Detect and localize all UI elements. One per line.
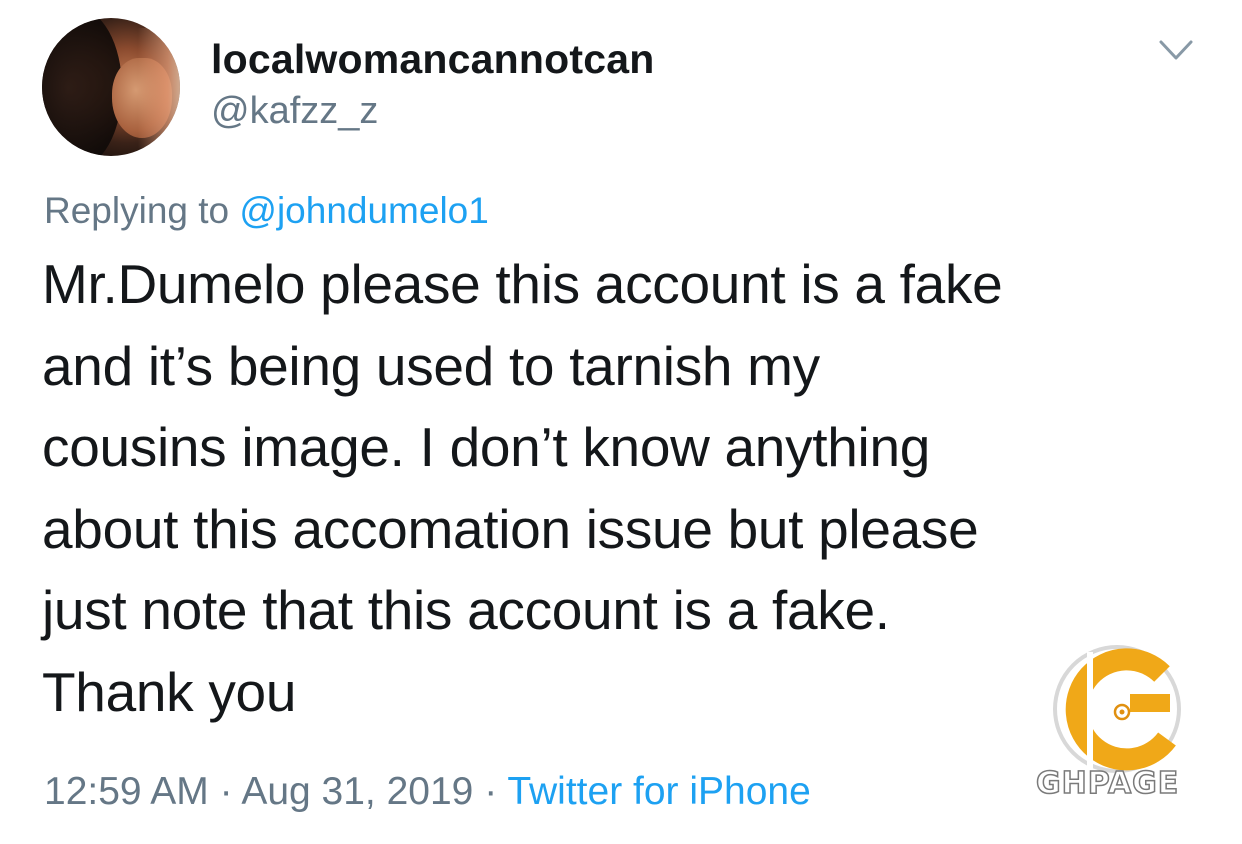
replying-to: Replying to @johndumelo1	[44, 190, 489, 232]
avatar[interactable]	[42, 18, 180, 156]
tweet-card: localwomancannotcan @kafzz_z Replying to…	[0, 0, 1242, 844]
meta-separator: ·	[484, 770, 498, 813]
tweet-text-line: just note that this account is a fake.	[42, 579, 890, 641]
tweet-text: Mr.Dumelo please this account is a fake …	[42, 244, 1202, 733]
user-handle[interactable]: @kafzz_z	[211, 90, 378, 133]
avatar-light	[138, 28, 180, 148]
tweet-meta: 12:59 AM · Aug 31, 2019 · Twitter for iP…	[44, 770, 811, 814]
display-name[interactable]: localwomancannotcan	[211, 36, 655, 83]
tweet-text-line: cousins image. I don’t know anything	[42, 416, 931, 478]
tweet-time[interactable]: 12:59 AM	[44, 770, 209, 813]
reply-mention-link[interactable]: @johndumelo1	[239, 190, 488, 231]
tweet-text-line: about this accomation issue but please	[42, 497, 979, 560]
tweet-source-link[interactable]: Twitter for iPhone	[507, 770, 810, 813]
tweet-text-line: Mr.Dumelo please this account is a fake	[42, 253, 1003, 315]
watermark-text: GHPAGE	[1035, 765, 1180, 802]
tweet-date[interactable]: Aug 31, 2019	[241, 770, 473, 813]
replying-to-label: Replying to	[44, 190, 230, 231]
avatar-hair	[42, 18, 122, 156]
tweet-text-line: Thank you	[42, 660, 297, 723]
meta-separator: ·	[219, 770, 233, 813]
chevron-down-icon[interactable]	[1158, 36, 1194, 66]
tweet-text-line: and it’s being used to tarnish my	[42, 334, 820, 397]
